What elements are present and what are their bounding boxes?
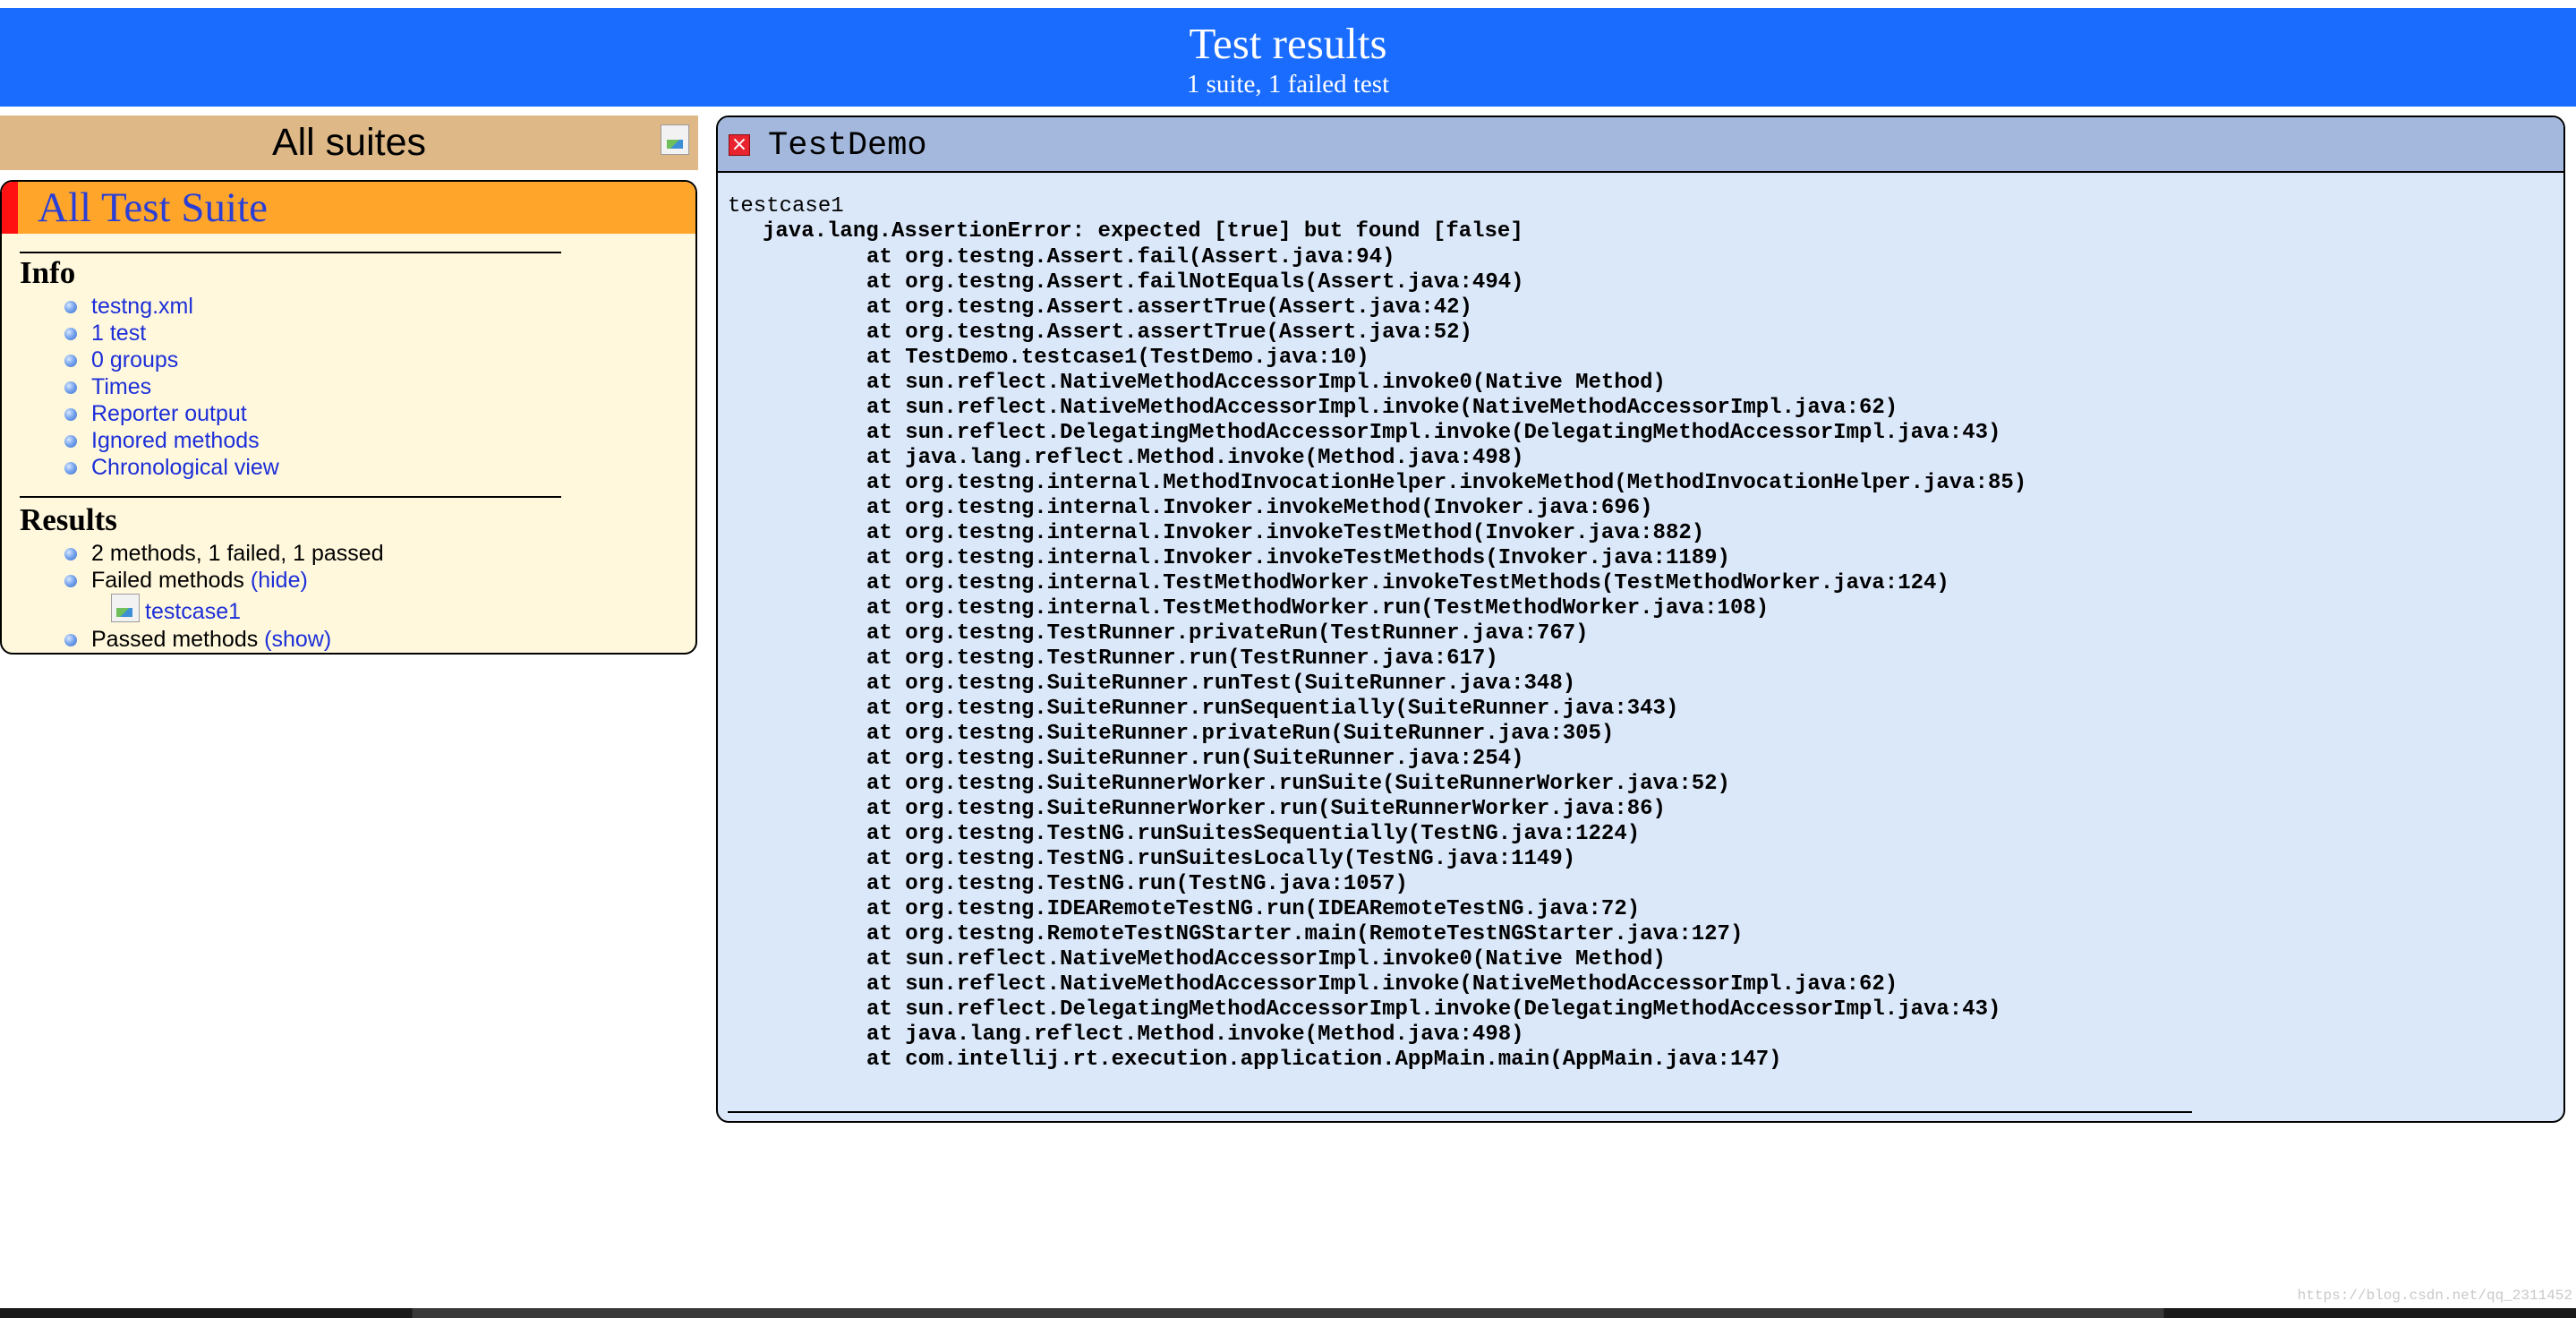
bullet-icon [64,462,77,475]
failed-methods-item: Failed methods (hide) [2,567,384,594]
info-link[interactable]: Ignored methods [91,428,260,453]
suite-header: All Test Suite [2,182,695,234]
bullet-icon [64,435,77,448]
bullet-icon [64,355,77,367]
show-passed-link[interactable]: (show) [264,627,331,652]
info-link[interactable]: 1 test [91,321,146,346]
info-link[interactable]: Times [91,374,151,399]
suite-panel: All Test Suite Info testng.xml 1 test 0 gr… [0,180,697,655]
failed-x-icon: × [729,134,750,156]
info-link-item: Reporter output [2,400,279,427]
panel-divider [728,1111,2192,1113]
stack-frame: at org.testng.internal.MethodInvocationH… [866,471,2027,495]
stack-frame: at org.testng.IDEARemoteTestNG.run(IDEAR… [866,897,1641,921]
info-link-item: testng.xml [2,293,279,320]
info-link-item: 1 test [2,320,279,347]
page-title: Test results [1189,19,1387,68]
info-link-item: Chronological view [2,454,279,481]
stack-frame: at org.testng.SuiteRunnerWorker.run(Suit… [866,797,1666,821]
stack-frame: at org.testng.TestRunner.privateRun(Test… [866,621,1589,646]
info-link[interactable]: Chronological view [91,455,279,480]
broken-image-icon[interactable] [661,124,689,155]
stack-frame: at org.testng.TestNG.runSuitesLocally(Te… [866,847,1576,871]
stack-frame: at org.testng.TestNG.runSuitesSequential… [866,822,1641,846]
info-link[interactable]: 0 groups [91,347,178,372]
info-divider [20,252,561,253]
failed-methods-label: Failed methods [91,568,244,593]
stack-frame: at org.testng.internal.Invoker.invokeMet… [866,496,1653,520]
report-header: Test results 1 suite, 1 failed test [0,8,2576,107]
page-subtitle: 1 suite, 1 failed test [1186,70,1390,98]
stack-frame: at org.testng.SuiteRunner.runTest(SuiteR… [866,672,1576,696]
failed-method-link[interactable]: testcase1 [145,599,241,624]
hide-failed-link[interactable]: (hide) [251,568,308,593]
stack-frame: at org.testng.TestRunner.run(TestRunner.… [866,646,1498,671]
top-strip [0,0,2576,8]
test-method-name: testcase1 [728,194,844,218]
stack-frame: at org.testng.internal.TestMethodWorker.… [866,571,1949,595]
stack-frame: at java.lang.reflect.Method.invoke(Metho… [866,446,1524,470]
test-class-header: × TestDemo [718,117,2563,173]
stack-frame: at org.testng.internal.Invoker.invokeTes… [866,521,1705,545]
exception-message: java.lang.AssertionError: expected [true… [763,219,1523,244]
passed-methods-label: Passed methods [91,627,259,652]
watermark: https://blog.csdn.net/qq_2311452 [2297,1288,2572,1304]
bullet-icon [64,575,77,587]
info-links: testng.xml 1 test 0 groups Times Reporter ou… [2,293,279,481]
results-divider [20,496,561,498]
stack-frame: at sun.reflect.NativeMethodAccessorImpl.… [866,371,1666,395]
stack-frame: at TestDemo.testcase1(TestDemo.java:10) [866,346,1369,370]
stack-frame: at sun.reflect.NativeMethodAccessorImpl.… [866,947,1666,971]
test-class-name: TestDemo [768,127,927,165]
results-title: Results [20,502,117,537]
stack-frame: at org.testng.Assert.failNotEquals(Asser… [866,270,1524,295]
passed-list: Passed methods (show) [2,626,331,653]
results-summary: 2 methods, 1 failed, 1 passed [2,540,384,567]
info-title: Info [20,255,76,290]
stack-trace: at org.testng.Assert.fail(Assert.java:94… [866,245,2026,1073]
stack-frame: at org.testng.SuiteRunner.run(SuiteRunne… [866,747,1524,771]
bullet-icon [64,301,77,313]
test-class-panel: × TestDemo testcase1 java.lang.Assertion… [716,116,2565,1123]
bullet-icon [64,634,77,646]
bullet-icon [64,408,77,421]
stack-frame: at org.testng.Assert.fail(Assert.java:94… [866,245,1395,270]
stack-frame: at sun.reflect.DelegatingMethodAccessorI… [866,421,2001,445]
bullet-icon [64,328,77,340]
results-summary-text: 2 methods, 1 failed, 1 passed [91,541,384,566]
stack-frame: at sun.reflect.DelegatingMethodAccessorI… [866,997,2001,1022]
stack-frame: at org.testng.internal.TestMethodWorker.… [866,596,1770,620]
info-link-item: 0 groups [2,347,279,373]
broken-image-icon [111,594,140,622]
stack-frame: at org.testng.Assert.assertTrue(Assert.j… [866,295,1472,320]
stack-frame: at java.lang.reflect.Method.invoke(Metho… [866,1023,1524,1047]
passed-methods-item: Passed methods (show) [2,626,331,653]
bullet-icon [64,548,77,561]
info-link-item: Ignored methods [2,427,279,454]
info-link[interactable]: Reporter output [91,401,247,426]
bullet-icon [64,381,77,394]
stack-frame: at org.testng.internal.Invoker.invokeTes… [866,546,1730,570]
stack-frame: at org.testng.SuiteRunner.runSequentiall… [866,697,1679,721]
all-suites-bar[interactable]: All suites [0,116,698,170]
stack-frame: at org.testng.TestNG.run(TestNG.java:105… [866,872,1408,896]
info-link[interactable]: testng.xml [91,294,193,319]
stack-frame: at sun.reflect.NativeMethodAccessorImpl.… [866,396,1898,420]
all-suites-label: All suites [271,121,427,164]
stack-frame: at com.intellij.rt.execution.application… [866,1048,1782,1072]
os-dock-strip [0,1308,2576,1318]
failed-method-row: testcase1 [111,594,241,624]
suite-name: All Test Suite [38,184,268,231]
stack-frame: at org.testng.SuiteRunner.privateRun(Sui… [866,722,1615,746]
info-link-item: Times [2,373,279,400]
stack-frame: at org.testng.SuiteRunnerWorker.runSuite… [866,772,1730,796]
results-list: 2 methods, 1 failed, 1 passed Failed met… [2,540,384,594]
stack-frame: at sun.reflect.NativeMethodAccessorImpl.… [866,972,1898,997]
stack-frame: at org.testng.Assert.assertTrue(Assert.j… [866,321,1472,345]
stack-frame: at org.testng.RemoteTestNGStarter.main(R… [866,922,1744,946]
